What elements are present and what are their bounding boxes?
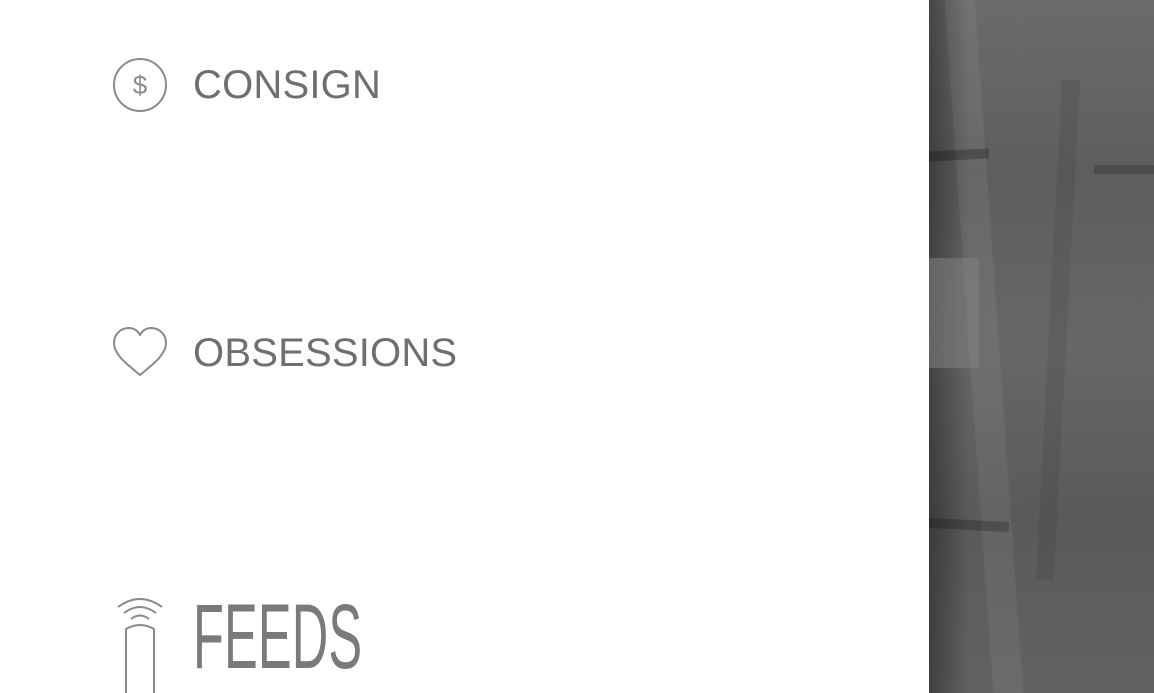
menu-item-label: FEEDS bbox=[193, 586, 363, 688]
dollar-circle-icon: $ bbox=[110, 55, 170, 115]
background-photo-detail bbox=[1035, 80, 1081, 580]
menu-item-label: OBSESSIONS bbox=[193, 331, 458, 375]
heart-icon bbox=[110, 323, 170, 383]
app-screen: $ CONSIGN OBSESSIONS FEEDS bbox=[0, 0, 1154, 693]
background-photo-detail bbox=[1094, 165, 1154, 174]
feeds-icon bbox=[110, 595, 170, 693]
menu-item-feeds[interactable]: FEEDS bbox=[110, 591, 501, 693]
svg-text:$: $ bbox=[133, 70, 148, 100]
menu-item-label: CONSIGN bbox=[193, 63, 382, 107]
menu-item-obsessions[interactable]: OBSESSIONS bbox=[110, 323, 457, 383]
menu-item-consign[interactable]: $ CONSIGN bbox=[110, 55, 381, 115]
drawer-edge-tab bbox=[929, 258, 979, 368]
navigation-drawer: $ CONSIGN OBSESSIONS FEEDS bbox=[0, 0, 929, 693]
